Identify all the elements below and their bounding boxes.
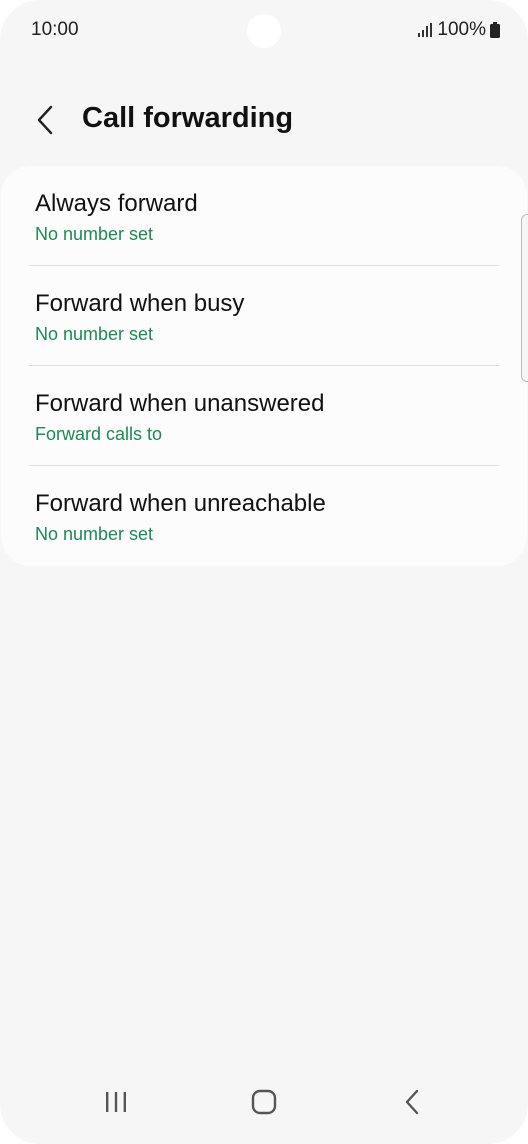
- recent-apps-button[interactable]: [92, 1082, 140, 1122]
- status-indicators: 100%: [417, 19, 500, 41]
- page-title: Call forwarding: [82, 102, 294, 134]
- forwarding-options-list: Always forward No number set Forward whe…: [1, 166, 527, 566]
- option-subtitle: No number set: [35, 224, 154, 244]
- navigation-bar: [0, 1068, 528, 1144]
- option-forward-when-unreachable[interactable]: Forward when unreachable No number set: [1, 466, 527, 566]
- signal-icon: [418, 23, 433, 37]
- battery-percentage: 100%: [437, 19, 486, 40]
- option-title: Forward when unanswered: [35, 390, 325, 417]
- option-subtitle: No number set: [35, 524, 154, 544]
- battery-icon: [490, 22, 500, 38]
- status-bar: 10:00 100%: [0, 0, 528, 62]
- option-subtitle: No number set: [35, 324, 154, 344]
- option-title: Always forward: [35, 190, 198, 217]
- home-button[interactable]: [240, 1082, 288, 1122]
- status-time: 10:00: [31, 19, 79, 40]
- camera-cutout: [247, 14, 281, 48]
- back-button[interactable]: [26, 98, 66, 142]
- home-icon: [251, 1089, 277, 1115]
- option-subtitle: Forward calls to: [35, 424, 163, 444]
- phone-screen: 10:00 100% Call forwarding Always forwar…: [0, 0, 528, 1144]
- chevron-left-icon: [37, 105, 53, 135]
- app-header: Call forwarding: [0, 92, 528, 148]
- scroll-indicator[interactable]: [521, 214, 528, 382]
- option-forward-when-busy[interactable]: Forward when busy No number set: [1, 266, 527, 366]
- option-always-forward[interactable]: Always forward No number set: [1, 166, 527, 266]
- recent-apps-icon: [106, 1092, 126, 1112]
- nav-back-button[interactable]: [388, 1082, 436, 1122]
- option-title: Forward when unreachable: [35, 490, 326, 517]
- nav-back-icon: [405, 1089, 419, 1115]
- option-forward-when-unanswered[interactable]: Forward when unanswered Forward calls to: [1, 366, 527, 466]
- option-title: Forward when busy: [35, 290, 245, 317]
